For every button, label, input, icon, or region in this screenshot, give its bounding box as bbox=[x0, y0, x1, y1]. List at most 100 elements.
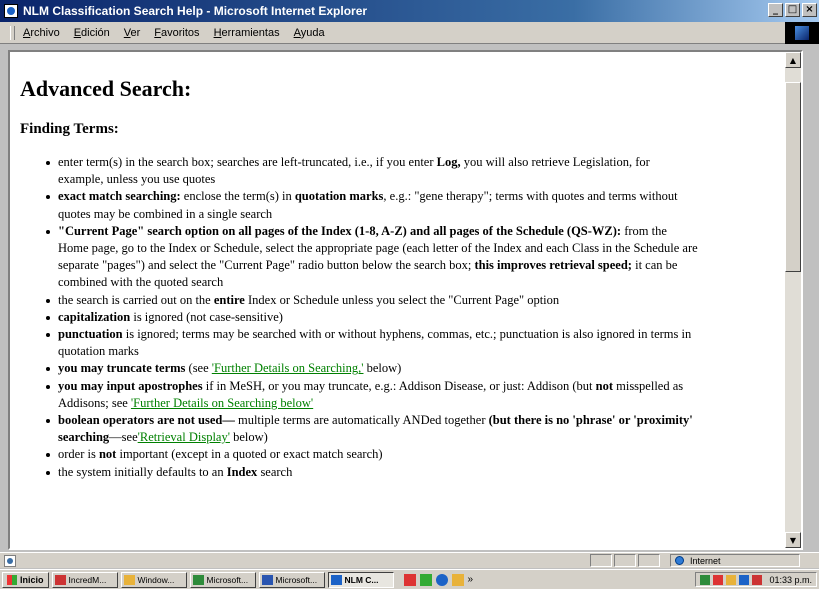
list-item: you may input apostrophes if in MeSH, or… bbox=[46, 378, 698, 412]
menu-herramientas[interactable]: Herramientas bbox=[214, 27, 280, 39]
title-bar: NLM Classification Search Help - Microso… bbox=[0, 0, 819, 22]
item-bold: this improves retrieval speed; bbox=[474, 258, 632, 273]
tray-icon[interactable] bbox=[713, 574, 724, 585]
list-item: order is not important (except in a quot… bbox=[46, 446, 698, 463]
item-text: search bbox=[260, 464, 293, 479]
item-bold: "Current Page" search option on all page… bbox=[58, 223, 622, 238]
retrieval-display-link[interactable]: 'Retrieval Display' bbox=[138, 430, 230, 444]
incredimail-icon bbox=[54, 574, 66, 585]
task-label: Microsoft... bbox=[206, 574, 249, 585]
item-bold: exact match searching: bbox=[58, 189, 181, 204]
list-item: the system initially defaults to an Inde… bbox=[46, 464, 698, 481]
status-pane bbox=[590, 554, 612, 567]
toolbar-grip[interactable] bbox=[10, 25, 15, 40]
item-text: below) bbox=[233, 430, 268, 445]
taskbar-button-nlm[interactable]: NLM C... bbox=[327, 571, 394, 588]
menu-bar: Archivo Edición Ver Favoritos Herramient… bbox=[0, 22, 819, 44]
item-text: the search is carried out on the bbox=[58, 292, 211, 307]
item-text: —see bbox=[109, 430, 138, 445]
item-bold: you may truncate terms bbox=[58, 361, 186, 376]
menu-ver[interactable]: Ver bbox=[124, 27, 141, 39]
taskbar-button-microsoft-excel[interactable]: Microsoft... bbox=[189, 571, 256, 588]
arrow-up-icon: ▲ bbox=[789, 55, 797, 65]
tray-icon[interactable] bbox=[739, 574, 750, 585]
item-text: is ignored (not case-sensitive) bbox=[133, 309, 283, 324]
quick-launch-icon[interactable] bbox=[451, 573, 464, 586]
menu-favoritos[interactable]: Favoritos bbox=[154, 27, 199, 39]
status-panes bbox=[590, 554, 660, 567]
help-document: Advanced Search: Finding Terms: enter te… bbox=[20, 52, 780, 481]
ie-icon bbox=[330, 574, 342, 585]
status-pane bbox=[614, 554, 636, 567]
status-bar: Internet bbox=[0, 552, 819, 568]
tips-list: enter term(s) in the search box; searche… bbox=[20, 154, 780, 481]
window-controls: _ □ × bbox=[768, 3, 817, 17]
item-bold: not bbox=[98, 447, 117, 462]
task-label: NLM C... bbox=[344, 574, 379, 585]
quick-launch-icon[interactable] bbox=[403, 573, 416, 586]
quick-launch: » bbox=[403, 573, 474, 586]
tray-icon[interactable] bbox=[726, 574, 737, 585]
item-text: the system initially defaults to an bbox=[58, 464, 224, 479]
further-details-below-link[interactable]: 'Further Details on Searching below' bbox=[131, 396, 313, 410]
list-item: punctuation is ignored; terms may be sea… bbox=[46, 326, 698, 360]
item-text: Index or Schedule unless you select the … bbox=[247, 292, 560, 307]
zone-label: Internet bbox=[690, 555, 721, 566]
list-item: exact match searching: enclose the term(… bbox=[46, 188, 698, 222]
status-pane bbox=[638, 554, 660, 567]
windows-logo-throbber bbox=[785, 22, 819, 44]
arrow-down-icon: ▼ bbox=[789, 535, 797, 545]
minimize-button[interactable]: _ bbox=[768, 3, 783, 17]
section-heading: Finding Terms: bbox=[20, 121, 119, 137]
chevron-icon[interactable]: » bbox=[468, 574, 474, 585]
list-item: "Current Page" search option on all page… bbox=[46, 223, 698, 292]
vertical-scrollbar[interactable]: ▲ ▼ bbox=[785, 52, 801, 548]
item-bold: boolean operators are not used— bbox=[58, 413, 235, 428]
scroll-down-button[interactable]: ▼ bbox=[785, 532, 801, 548]
list-item: boolean operators are not used— multiple… bbox=[46, 412, 698, 446]
menu-archivo[interactable]: Archivo bbox=[23, 27, 60, 39]
scroll-thumb[interactable] bbox=[785, 82, 801, 272]
menu-ayuda[interactable]: Ayuda bbox=[294, 27, 325, 39]
quick-launch-icon[interactable] bbox=[419, 573, 432, 586]
start-button[interactable]: Inicio bbox=[2, 571, 49, 588]
internet-explorer-icon[interactable] bbox=[4, 4, 18, 18]
item-text: order is bbox=[58, 447, 96, 462]
scroll-up-button[interactable]: ▲ bbox=[785, 52, 801, 68]
browser-content: Advanced Search: Finding Terms: enter te… bbox=[8, 50, 803, 550]
system-tray: 01:33 p.m. bbox=[695, 572, 817, 587]
close-button[interactable]: × bbox=[802, 3, 817, 17]
windows-flag-icon bbox=[7, 574, 17, 585]
item-bold: Index bbox=[226, 464, 258, 479]
further-details-link[interactable]: 'Further Details on Searching,' bbox=[212, 361, 364, 375]
taskbar-button-windows[interactable]: Window... bbox=[120, 571, 187, 588]
folder-icon bbox=[123, 574, 135, 585]
maximize-button[interactable]: □ bbox=[785, 3, 800, 17]
menu-edicion[interactable]: Edición bbox=[74, 27, 110, 39]
tray-icon[interactable] bbox=[700, 574, 711, 585]
globe-icon bbox=[675, 556, 684, 565]
item-text: is ignored; terms may be searched with o… bbox=[58, 327, 692, 359]
start-label: Inicio bbox=[20, 574, 44, 585]
quick-launch-ie-icon[interactable] bbox=[435, 573, 448, 586]
item-text: (see bbox=[188, 361, 209, 376]
item-bold: quotation marks bbox=[294, 189, 384, 204]
item-text: important (except in a quoted or exact m… bbox=[119, 447, 383, 462]
taskbar-button-microsoft-word[interactable]: Microsoft... bbox=[258, 571, 325, 588]
task-label: Microsoft... bbox=[275, 574, 318, 585]
item-text: enter term(s) in the search box; searche… bbox=[58, 155, 434, 169]
taskbar-button-incredimail[interactable]: IncredM... bbox=[51, 571, 118, 588]
clock: 01:33 p.m. bbox=[769, 574, 812, 585]
item-bold: you may input apostrophes bbox=[58, 378, 203, 393]
item-text: below) bbox=[366, 361, 402, 376]
tray-icon[interactable] bbox=[752, 574, 763, 585]
list-item: capitalization is ignored (not case-sens… bbox=[46, 309, 698, 326]
item-text: multiple terms are automatically ANDed t… bbox=[237, 413, 486, 428]
list-item: the search is carried out on the entire … bbox=[46, 292, 698, 309]
word-icon bbox=[261, 574, 273, 585]
security-zone: Internet bbox=[670, 554, 800, 567]
item-text: enclose the term(s) in bbox=[183, 189, 292, 204]
window-title: NLM Classification Search Help - Microso… bbox=[23, 4, 368, 18]
excel-icon bbox=[192, 574, 204, 585]
page-title: Advanced Search: bbox=[20, 76, 192, 101]
